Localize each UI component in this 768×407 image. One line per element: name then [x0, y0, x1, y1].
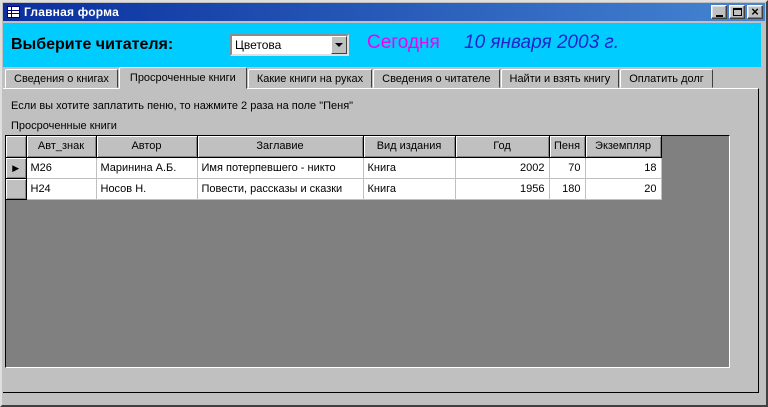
penalty-hint-text: Если вы хотите заплатить пеню, то нажмит…: [11, 100, 354, 112]
header-banner: Выберите читателя: Цветова Сегодня 10 ян…: [3, 23, 761, 67]
row-selector-current[interactable]: ▶: [6, 157, 27, 179]
cell-avtor[interactable]: Носов Н.: [96, 178, 198, 200]
minimize-button[interactable]: [711, 5, 727, 19]
cell-zaglavie[interactable]: Повести, рассказы и сказки: [197, 178, 364, 200]
tab-najti-i-vzyat-knigu[interactable]: Найти и взять книгу: [500, 69, 620, 88]
reader-select-label: Выберите читателя:: [11, 36, 174, 53]
overdue-books-label: Просроченные книги: [11, 120, 117, 132]
tab-page-overdue-books: Если вы хотите заплатить пеню, то нажмит…: [3, 88, 759, 393]
table-row: ▶ М26 Маринина А.Б. Имя потерпевшего - н…: [6, 157, 662, 179]
tab-kakie-knigi-na-rukah[interactable]: Какие книги на руках: [247, 69, 373, 88]
reader-combobox[interactable]: Цветова: [230, 34, 349, 56]
tab-prosrochennye-knigi[interactable]: Просроченные книги: [118, 67, 247, 89]
cell-avt-znak[interactable]: Н24: [26, 178, 97, 200]
row-selector[interactable]: [6, 178, 27, 200]
table-header-row: Авт_знак Автор Заглавие Вид издания Год …: [6, 136, 662, 158]
cell-vid-izdaniya[interactable]: Книга: [363, 157, 456, 179]
tab-svedeniya-o-knigah[interactable]: Сведения о книгах: [5, 69, 118, 88]
overdue-books-datasheet: Авт_знак Автор Заглавие Вид издания Год …: [5, 135, 730, 368]
cell-god[interactable]: 2002: [455, 157, 550, 179]
current-record-arrow: ▶: [12, 162, 20, 173]
maximize-button[interactable]: [729, 5, 745, 19]
overdue-books-table: Авт_знак Автор Заглавие Вид издания Год …: [6, 136, 662, 200]
cell-penya[interactable]: 70: [549, 157, 586, 179]
column-header-god[interactable]: Год: [455, 136, 550, 158]
minimize-icon: [715, 14, 723, 17]
row-selector-header[interactable]: [6, 136, 27, 158]
combobox-dropdown-button[interactable]: [331, 36, 347, 54]
cell-ekzemplyar[interactable]: 18: [585, 157, 662, 179]
column-header-avtor[interactable]: Автор: [96, 136, 198, 158]
today-label: Сегодня: [367, 32, 440, 53]
maximize-icon: [732, 8, 742, 16]
main-form-window: Главная форма × Выберите читателя: Цвето…: [0, 0, 768, 407]
title-bar: Главная форма ×: [3, 3, 765, 21]
cell-god[interactable]: 1956: [455, 178, 550, 200]
column-header-penya[interactable]: Пеня: [549, 136, 586, 158]
current-date-text: 10 января 2003 г.: [464, 32, 620, 53]
cell-avt-znak[interactable]: М26: [26, 157, 97, 179]
close-icon: ×: [751, 4, 759, 19]
cell-avtor[interactable]: Маринина А.Б.: [96, 157, 198, 179]
column-header-vid-izdaniya[interactable]: Вид издания: [363, 136, 456, 158]
column-header-zaglavie[interactable]: Заглавие: [197, 136, 364, 158]
tab-svedeniya-o-chitatele[interactable]: Сведения о читателе: [373, 69, 500, 88]
tab-oplatit-dolg[interactable]: Оплатить долг: [620, 69, 713, 88]
window-title: Главная форма: [24, 5, 119, 19]
cell-ekzemplyar[interactable]: 20: [585, 178, 662, 200]
column-header-avt-znak[interactable]: Авт_знак: [26, 136, 97, 158]
cell-zaglavie[interactable]: Имя потерпевшего - никто: [197, 157, 364, 179]
form-grid-icon: [7, 6, 20, 18]
column-header-ekzemplyar[interactable]: Экземпляр: [585, 136, 662, 158]
tab-strip: Сведения о книгах Просроченные книги Как…: [3, 66, 714, 89]
chevron-down-icon: [335, 43, 343, 47]
cell-vid-izdaniya[interactable]: Книга: [363, 178, 456, 200]
cell-penya[interactable]: 180: [549, 178, 586, 200]
reader-combobox-value: Цветова: [235, 38, 282, 52]
close-button[interactable]: ×: [747, 5, 763, 19]
table-row: Н24 Носов Н. Повести, рассказы и сказки …: [6, 178, 662, 200]
